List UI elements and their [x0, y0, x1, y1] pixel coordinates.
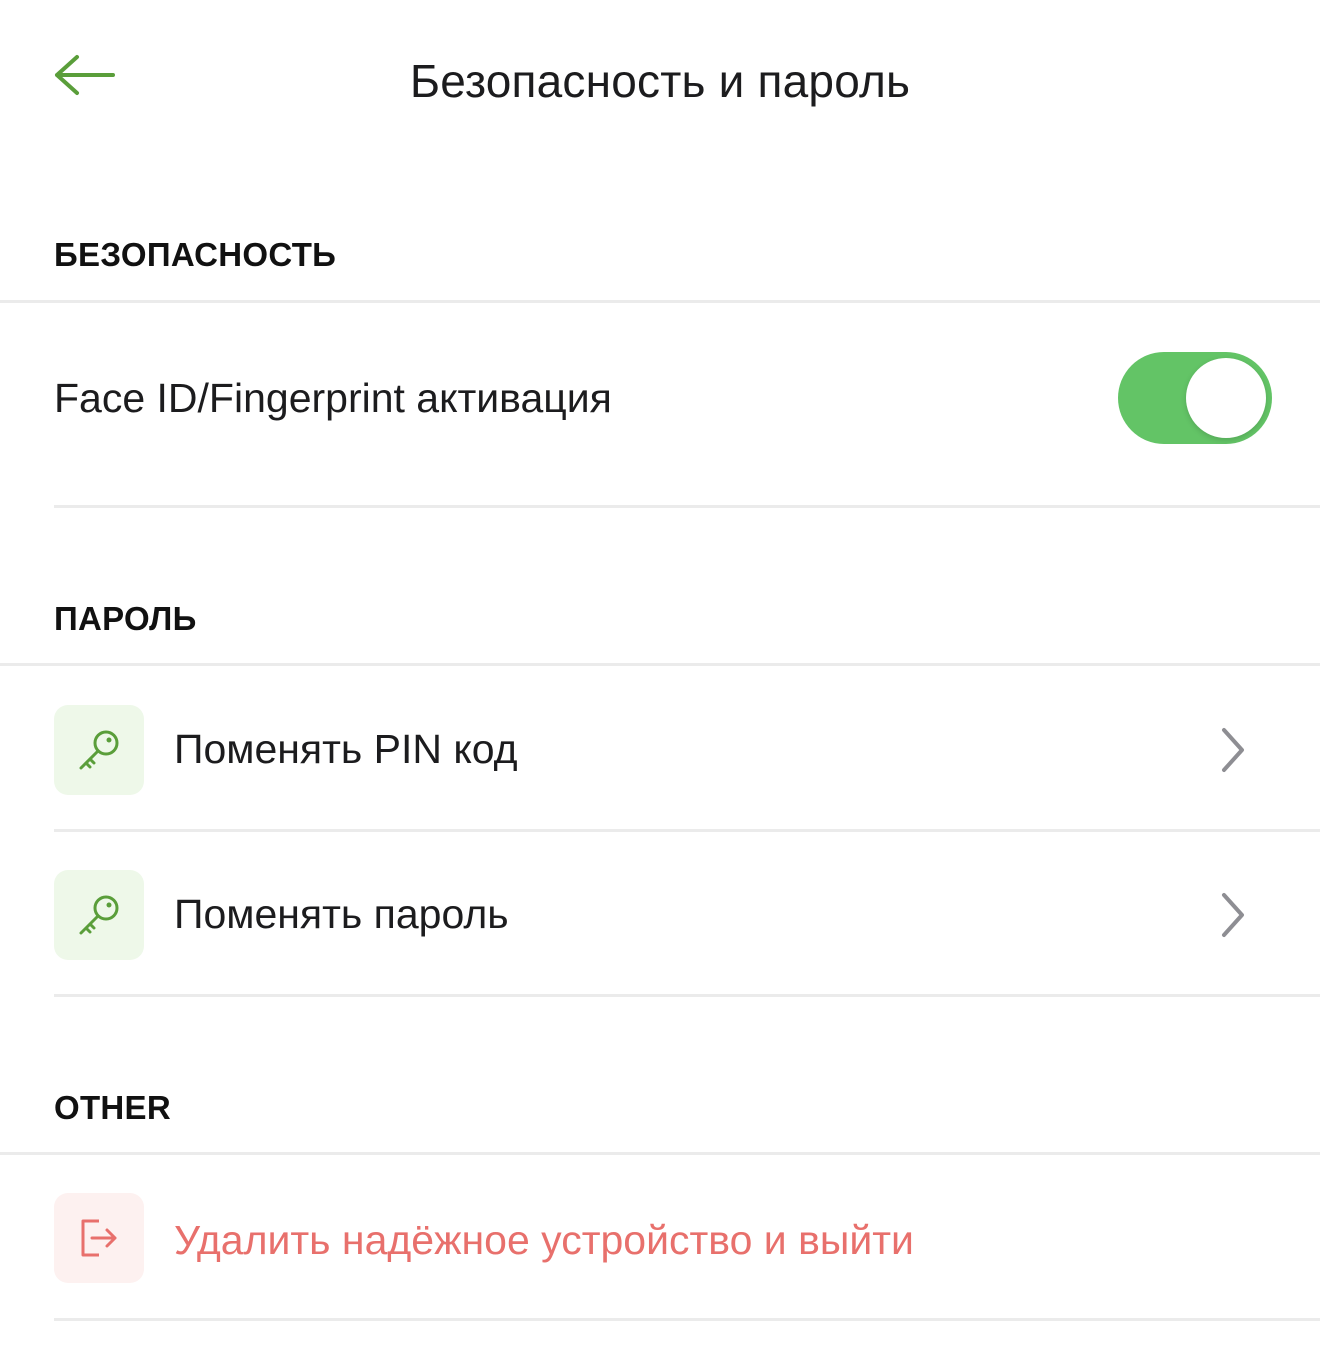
- change-pin-row[interactable]: Поменять PIN код: [0, 666, 1320, 829]
- biometric-toggle[interactable]: [1118, 352, 1272, 444]
- chevron-right-icon: [1212, 890, 1252, 940]
- header: Безопасность и пароль: [0, 0, 1320, 160]
- chevron-right-icon: [1212, 725, 1252, 775]
- page-title: Безопасность и пароль: [409, 55, 911, 107]
- logout-label: Удалить надёжное устройство и выйти: [174, 1217, 914, 1263]
- section-title-password: ПАРОЛЬ: [54, 600, 197, 637]
- change-password-row[interactable]: Поменять пароль: [0, 832, 1320, 994]
- change-pin-label: Поменять PIN код: [174, 726, 518, 772]
- logout-icon-tile: [54, 1193, 144, 1283]
- key-icon-tile: [54, 705, 144, 795]
- key-icon: [79, 895, 119, 935]
- divider: [54, 1318, 1320, 1321]
- toggle-knob: [1186, 358, 1266, 438]
- key-icon: [79, 730, 119, 770]
- section-title-security: БЕЗОПАСНОСТЬ: [54, 236, 337, 273]
- key-icon-tile: [54, 870, 144, 960]
- logout-row[interactable]: Удалить надёжное устройство и выйти: [0, 1155, 1320, 1318]
- change-password-label: Поменять пароль: [174, 891, 509, 937]
- logout-icon: [81, 1219, 117, 1257]
- section-title-other: OTHER: [54, 1089, 171, 1126]
- biometric-label: Face ID/Fingerprint активация: [54, 375, 612, 421]
- divider: [54, 505, 1320, 508]
- divider: [54, 994, 1320, 997]
- security-settings-screen: Безопасность и пароль БЕЗОПАСНОСТЬ Face …: [0, 0, 1320, 1347]
